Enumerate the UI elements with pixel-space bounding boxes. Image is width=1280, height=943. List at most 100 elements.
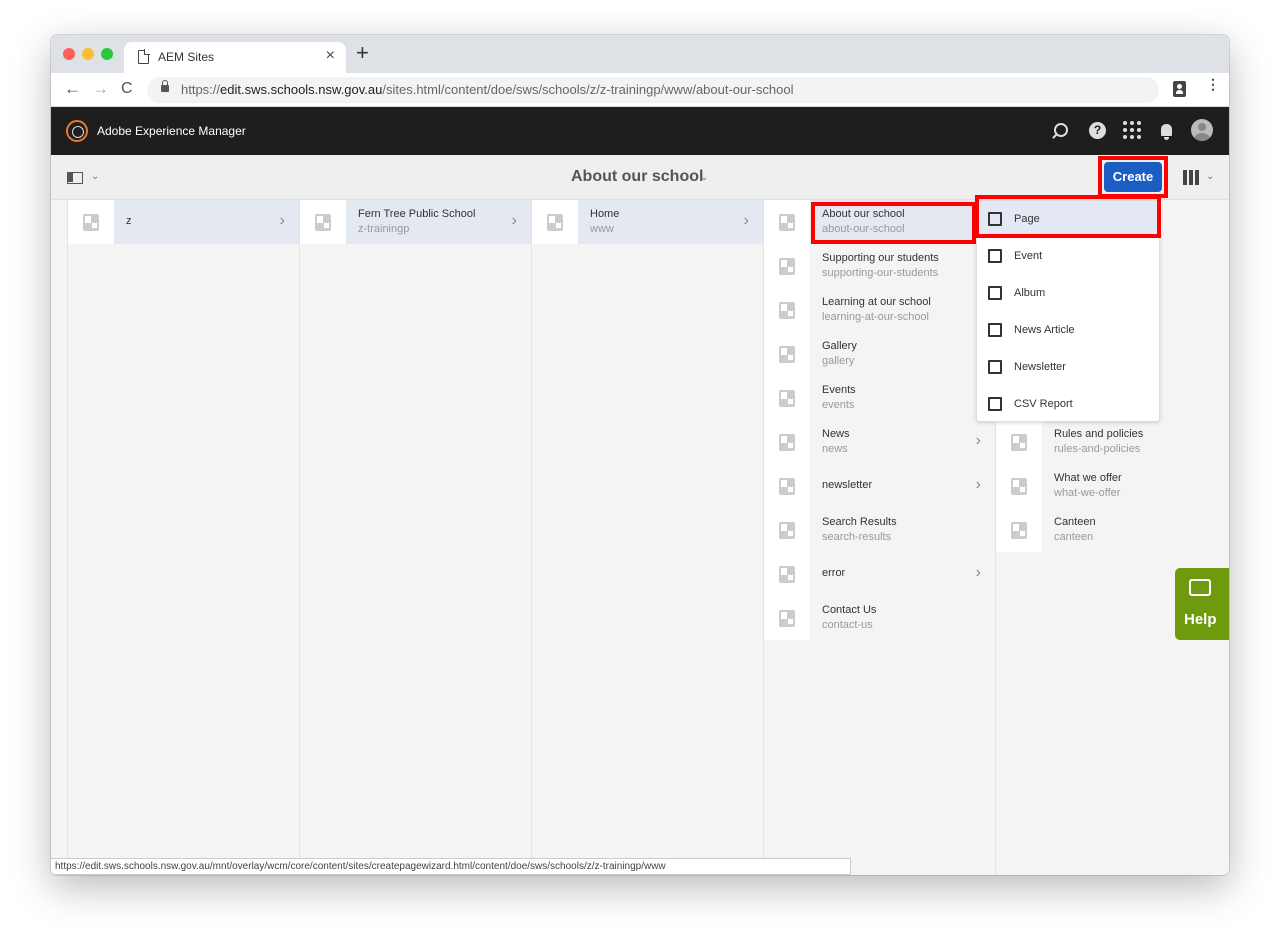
menu-item-label: News Article	[1014, 324, 1075, 336]
chevron-down-icon[interactable]: ⌄	[1206, 171, 1214, 182]
newsletter-icon	[988, 360, 1002, 374]
list-item[interactable]: Home www ›	[532, 200, 763, 244]
create-button[interactable]: Create	[1104, 162, 1162, 192]
create-menu-item[interactable]: CSV Report	[977, 386, 1159, 423]
profile-badge-icon[interactable]	[1173, 81, 1186, 97]
page-icon	[779, 258, 795, 275]
thumbnail	[532, 200, 578, 244]
browser-menu-icon[interactable]: ⋮	[1206, 77, 1220, 91]
page-icon	[83, 214, 99, 231]
column-view-icon[interactable]	[1183, 170, 1199, 185]
tab-title: AEM Sites	[158, 50, 215, 64]
item-title: Contact Us	[822, 604, 877, 616]
item-name: supporting-our-students	[822, 267, 939, 279]
browser-window: AEM Sites × + ← → C https://edit.sws.sch…	[51, 35, 1229, 875]
album-icon	[988, 286, 1002, 300]
page-icon	[1011, 434, 1027, 451]
list-item[interactable]: error ›	[764, 552, 995, 596]
list-item[interactable]: Events events	[764, 376, 995, 420]
page-icon	[779, 610, 795, 627]
list-item[interactable]: z ›	[68, 200, 299, 244]
item-name: what-we-offer	[1054, 487, 1121, 499]
help-icon[interactable]: ?	[1089, 122, 1106, 139]
page-icon	[315, 214, 331, 231]
item-title: Gallery	[822, 340, 857, 352]
address-bar[interactable]: https://edit.sws.schools.nsw.gov.au/site…	[147, 77, 1159, 103]
search-icon[interactable]	[1054, 123, 1068, 137]
list-item[interactable]: newsletter ›	[764, 464, 995, 508]
list-item[interactable]: Fern Tree Public School z-trainingp ›	[300, 200, 531, 244]
item-name: canteen	[1054, 531, 1094, 543]
minimize-window-button[interactable]	[82, 48, 94, 60]
page-icon	[779, 302, 795, 319]
item-name: search-results	[822, 531, 892, 543]
help-button[interactable]: Help	[1175, 568, 1229, 640]
create-menu-item[interactable]: News Article	[977, 312, 1159, 349]
chevron-right-icon[interactable]: ›	[512, 212, 517, 230]
list-item[interactable]: Rules and policies rules-and-policies	[996, 420, 1229, 464]
page-title[interactable]: About our school	[571, 168, 703, 186]
menu-item-label: CSV Report	[1014, 398, 1073, 410]
report-icon	[988, 397, 1002, 411]
create-menu-item[interactable]: Newsletter	[977, 349, 1159, 386]
new-tab-button[interactable]: +	[356, 42, 369, 64]
browser-tab[interactable]: AEM Sites ×	[124, 42, 346, 73]
page-icon	[779, 390, 795, 407]
forward-button[interactable]: →	[92, 79, 109, 99]
user-avatar[interactable]	[1191, 119, 1213, 141]
item-title: Rules and policies	[1054, 428, 1144, 440]
thumbnail	[764, 376, 810, 420]
aem-logo-icon[interactable]	[66, 120, 88, 142]
chevron-right-icon[interactable]: ›	[976, 432, 981, 450]
thumbnail	[764, 420, 810, 464]
list-item[interactable]: Search Results search-results	[764, 508, 995, 552]
maximize-window-button[interactable]	[101, 48, 113, 60]
notifications-bell-icon[interactable]	[1161, 124, 1172, 140]
item-title: error	[822, 567, 846, 579]
highlight-annotation	[975, 195, 1161, 238]
page-icon	[779, 522, 795, 539]
item-title: What we offer	[1054, 472, 1122, 484]
aem-header: Adobe Experience Manager ?	[51, 107, 1229, 155]
chevron-down-icon[interactable]: ⌄	[700, 172, 708, 183]
item-name: events	[822, 399, 855, 411]
list-item[interactable]: News news ›	[764, 420, 995, 464]
item-name: gallery	[822, 355, 855, 367]
news-article-icon	[988, 323, 1002, 337]
tab-close-icon[interactable]: ×	[326, 47, 335, 65]
list-item[interactable]: Gallery gallery	[764, 332, 995, 376]
rail-toggle-icon[interactable]	[67, 172, 83, 184]
menu-item-label: Event	[1014, 250, 1043, 262]
browser-toolbar: ← → C https://edit.sws.schools.nsw.gov.a…	[51, 73, 1229, 107]
chevron-right-icon[interactable]: ›	[280, 212, 285, 230]
close-window-button[interactable]	[63, 48, 75, 60]
chevron-right-icon[interactable]: ›	[744, 212, 749, 230]
list-item[interactable]: Canteen canteen	[996, 508, 1229, 552]
thumbnail	[300, 200, 346, 244]
list-item[interactable]: Supporting our students supporting-our-st…	[764, 244, 995, 288]
item-name: contact-us	[822, 619, 873, 631]
reload-button[interactable]: C	[121, 80, 133, 98]
list-item[interactable]: What we offer what-we-offer	[996, 464, 1229, 508]
list-item[interactable]: Contact Us contact-us	[764, 596, 995, 640]
item-name: z-trainingp	[358, 223, 410, 235]
item-name: www	[590, 223, 614, 235]
create-menu-item[interactable]: Event	[977, 238, 1159, 275]
url-text: https://edit.sws.schools.nsw.gov.au/site…	[181, 82, 794, 97]
url-host: edit.sws.schools.nsw.gov.au	[220, 82, 383, 97]
chevron-right-icon[interactable]: ›	[976, 564, 981, 582]
create-menu-item[interactable]: Album	[977, 275, 1159, 312]
back-button[interactable]: ←	[64, 79, 81, 99]
chevron-down-icon[interactable]: ⌄	[91, 171, 99, 182]
product-title[interactable]: Adobe Experience Manager	[97, 124, 246, 138]
tab-strip: AEM Sites × +	[51, 35, 1229, 73]
item-title: z	[126, 215, 132, 227]
item-name: learning-at-our-school	[822, 311, 929, 323]
item-title: newsletter	[822, 479, 873, 491]
calendar-icon	[988, 249, 1002, 263]
chevron-right-icon[interactable]: ›	[976, 476, 981, 494]
menu-item-label: Album	[1014, 287, 1046, 299]
list-item[interactable]: Learning at our school learning-at-our-sc…	[764, 288, 995, 332]
help-label: Help	[1184, 611, 1217, 628]
solutions-grid-icon[interactable]	[1123, 121, 1141, 139]
